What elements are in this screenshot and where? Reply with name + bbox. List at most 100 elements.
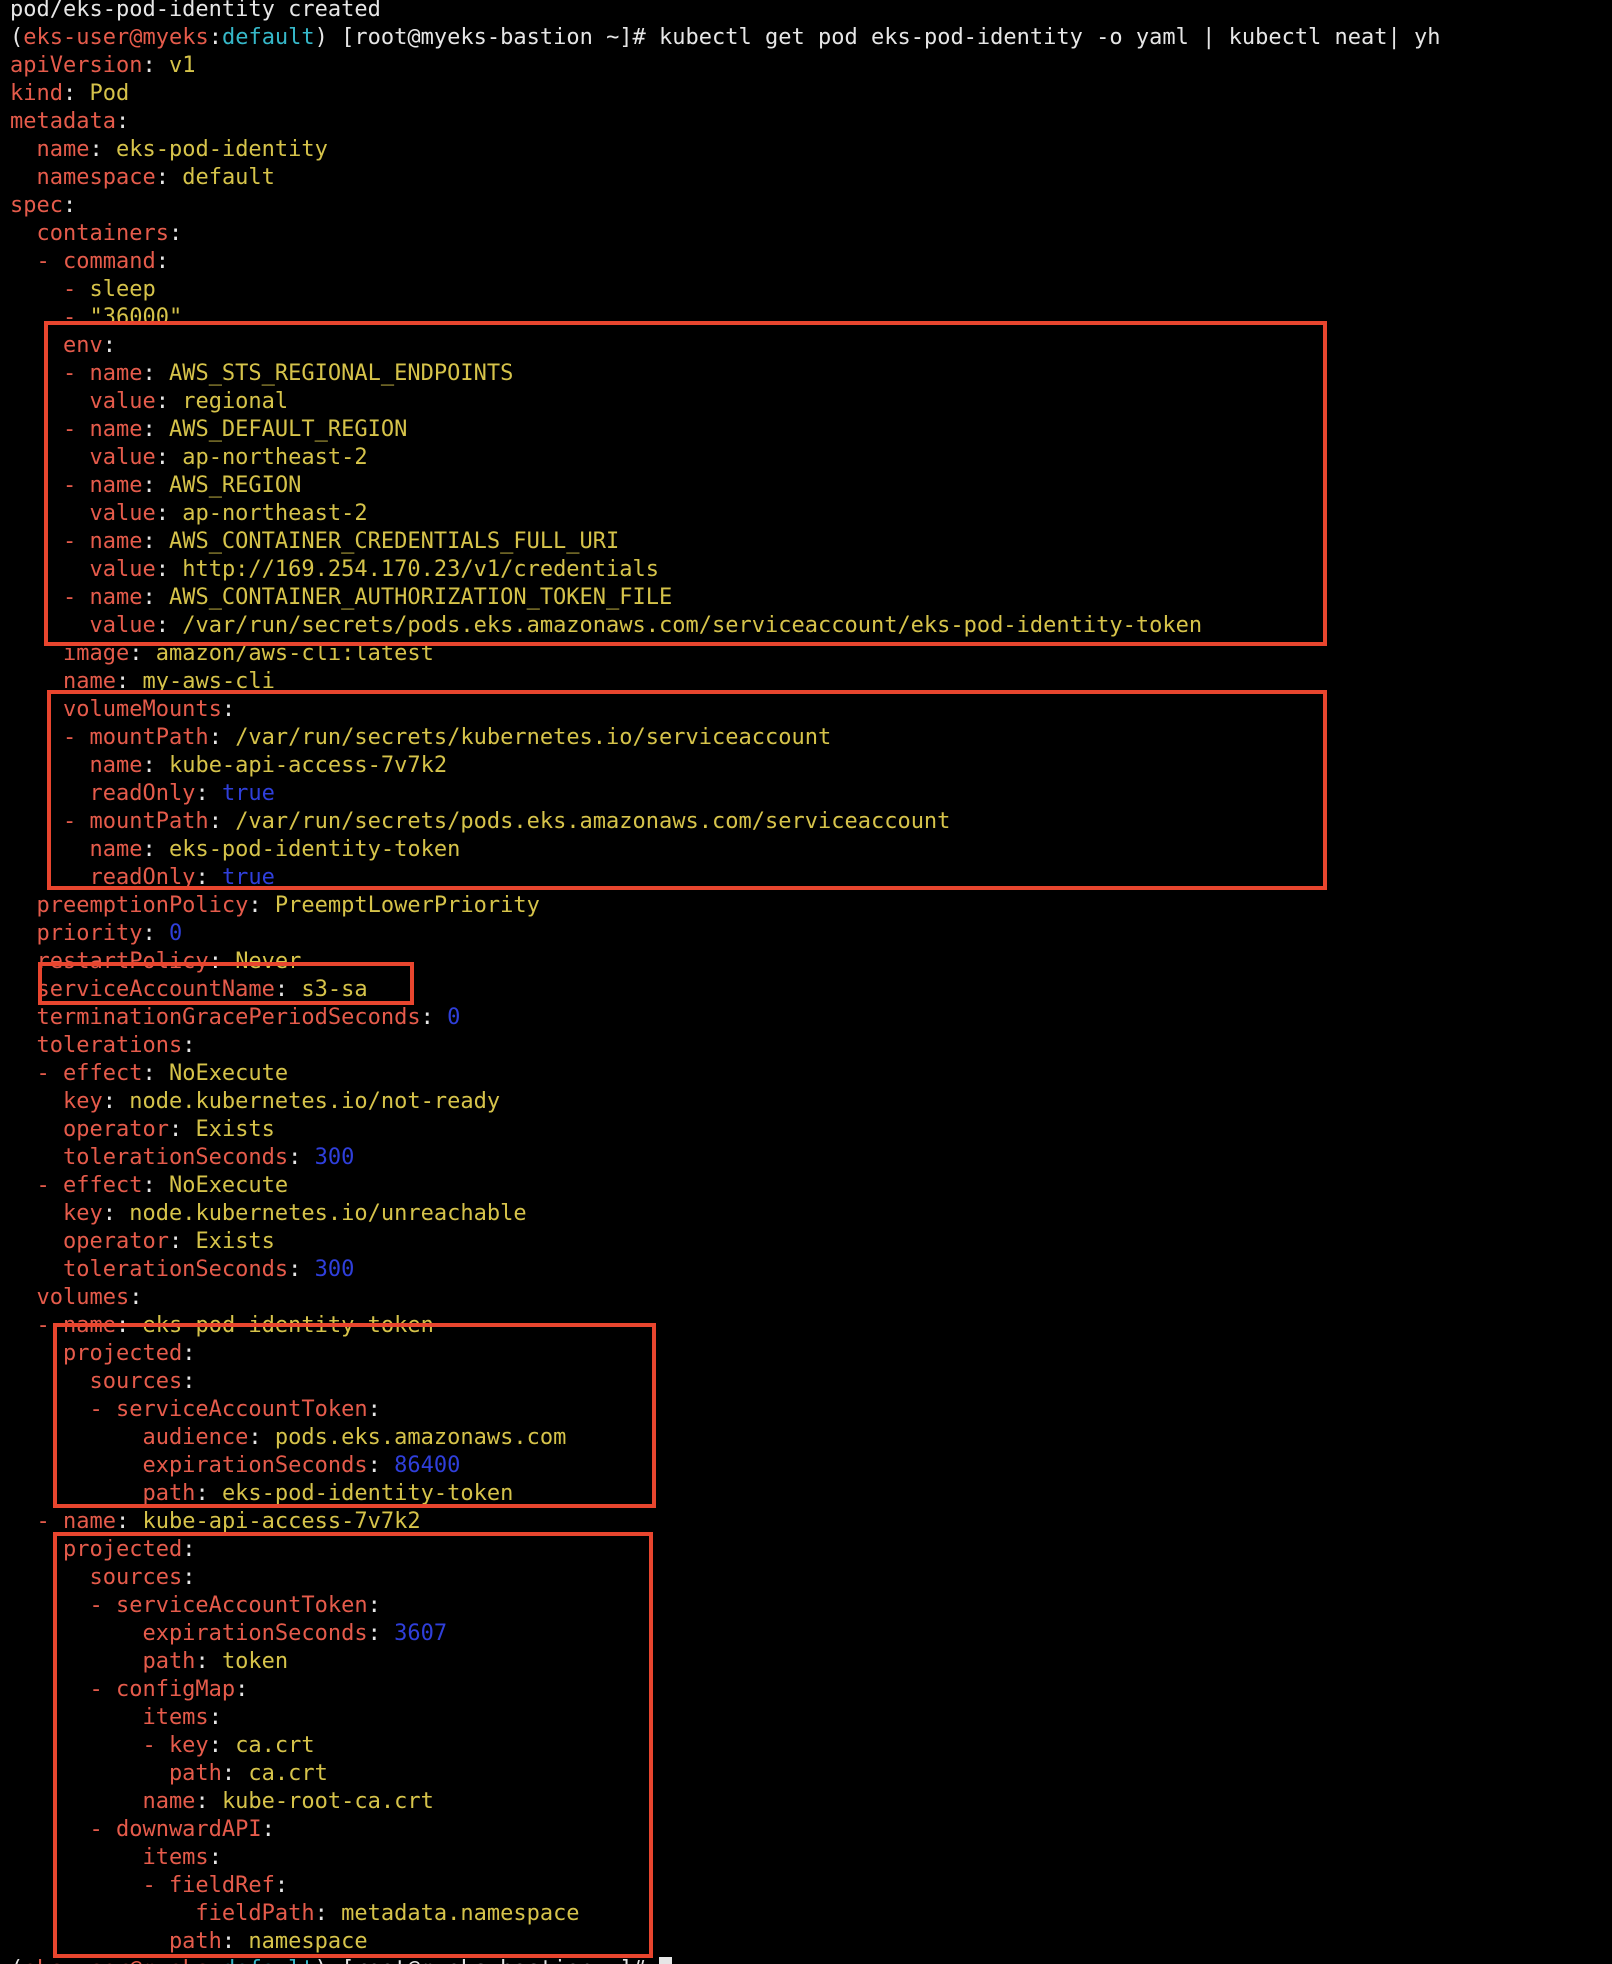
shell-prompt-line: (eks-user@myeks:default) [root@myeks-bas…: [10, 24, 1441, 52]
yaml-punct: :: [102, 1089, 130, 1114]
yaml-punct: :: [142, 1061, 169, 1086]
yaml-value: NoExecute: [168, 1061, 289, 1086]
prompt-colon: :: [208, 25, 222, 50]
yaml-line: apiVersion: v1: [10, 52, 195, 80]
yaml-line: tolerationSeconds: 300: [10, 1256, 354, 1284]
yaml-value: kube-api-access-7v7k2: [142, 1509, 421, 1534]
yaml-value: sleep: [89, 277, 156, 302]
yaml-value: 300: [314, 1145, 355, 1170]
yaml-key: tolerationSeconds: [10, 1257, 289, 1282]
yaml-key: namespace: [10, 165, 156, 190]
yaml-line: containers:: [10, 220, 182, 248]
yaml-key: preemptionPolicy: [10, 893, 249, 918]
yaml-key: -: [10, 277, 90, 302]
yaml-punct: :: [142, 921, 169, 946]
yaml-line: name: eks-pod-identity: [10, 136, 328, 164]
yaml-line: metadata:: [10, 108, 129, 136]
yaml-punct: :: [142, 1173, 169, 1198]
yaml-punct: :: [248, 893, 275, 918]
yaml-key: spec: [10, 193, 63, 218]
yaml-line: - effect: NoExecute: [10, 1060, 288, 1088]
yaml-key: operator: [10, 1117, 169, 1142]
prompt-paren: (: [10, 1957, 23, 1964]
highlight-box-api-access-volume: [53, 1532, 653, 1958]
yaml-line: operator: Exists: [10, 1116, 275, 1144]
prompt-root: ) [root@myeks-bastion ~]#: [314, 25, 660, 50]
yaml-key: priority: [10, 921, 143, 946]
yaml-line: priority: 0: [10, 920, 182, 948]
yaml-key: terminationGracePeriodSeconds: [10, 1005, 421, 1030]
yaml-line: terminationGracePeriodSeconds: 0: [10, 1004, 460, 1032]
yaml-line: operator: Exists: [10, 1228, 275, 1256]
cursor-block[interactable]: [659, 1957, 673, 1964]
yaml-punct: :: [89, 137, 116, 162]
yaml-punct: :: [420, 1005, 448, 1030]
yaml-key: - effect: [10, 1173, 143, 1198]
yaml-punct: :: [115, 1509, 143, 1534]
yaml-value: PreemptLowerPriority: [274, 893, 540, 918]
yaml-line: - command:: [10, 248, 169, 276]
yaml-value: 0: [447, 1005, 461, 1030]
yaml-key: operator: [10, 1229, 169, 1254]
yaml-key: key: [10, 1201, 103, 1226]
highlight-box-env: [44, 321, 1327, 646]
yaml-line: - sleep: [10, 276, 156, 304]
yaml-punct: :: [288, 1257, 315, 1282]
prompt-namespace: default: [222, 1957, 315, 1964]
yaml-key: kind: [10, 81, 63, 106]
yaml-punct: :: [115, 109, 130, 134]
yaml-key: name: [10, 137, 90, 162]
yaml-line: spec:: [10, 192, 76, 220]
yaml-value: v1: [168, 53, 196, 78]
yaml-value: Pod: [89, 81, 130, 106]
yaml-punct: :: [182, 1033, 196, 1058]
yaml-line: tolerations:: [10, 1032, 195, 1060]
yaml-punct: :: [142, 53, 169, 78]
yaml-value: NoExecute: [168, 1173, 289, 1198]
yaml-line: key: node.kubernetes.io/unreachable: [10, 1200, 527, 1228]
highlight-box-pod-identity-volume: [53, 1323, 656, 1508]
yaml-punct: :: [62, 81, 90, 106]
prompt-colon: :: [209, 1957, 222, 1964]
yaml-value: node.kubernetes.io/not-ready: [129, 1089, 501, 1114]
yaml-line: preemptionPolicy: PreemptLowerPriority: [10, 892, 540, 920]
terminal-window[interactable]: pod/eks-pod-identity created (eks-user@my…: [0, 0, 1612, 1964]
highlight-box-service-account-name: [38, 962, 414, 1005]
yaml-value: Exists: [195, 1229, 275, 1254]
yaml-punct: :: [62, 193, 77, 218]
yaml-line: volumes:: [10, 1284, 142, 1312]
yaml-line: key: node.kubernetes.io/not-ready: [10, 1088, 500, 1116]
yaml-key: - command: [10, 249, 156, 274]
prompt-root: ) [root@myeks-bastion ~]#: [315, 1957, 659, 1964]
yaml-punct: pod/eks-pod-identity created: [10, 0, 381, 22]
yaml-punct: :: [168, 1117, 196, 1142]
yaml-key: containers: [10, 221, 169, 246]
highlight-box-volume-mounts: [47, 690, 1327, 890]
prompt-at: @: [129, 25, 143, 50]
yaml-line: namespace: default: [10, 164, 275, 192]
yaml-value: Exists: [195, 1117, 275, 1142]
yaml-line: pod/eks-pod-identity created: [10, 0, 381, 24]
yaml-value: node.kubernetes.io/unreachable: [129, 1201, 527, 1226]
prompt-user: eks-user: [23, 25, 130, 50]
yaml-punct: :: [155, 165, 183, 190]
yaml-punct: :: [168, 221, 183, 246]
yaml-value: default: [182, 165, 275, 190]
yaml-value: eks-pod-identity: [115, 137, 328, 162]
shell-command: kubectl get pod eks-pod-identity -o yaml…: [659, 25, 1441, 50]
prompt-namespace: default: [221, 25, 315, 50]
yaml-punct: :: [288, 1145, 315, 1170]
yaml-line: tolerationSeconds: 300: [10, 1144, 354, 1172]
yaml-key: apiVersion: [10, 53, 143, 78]
yaml-value: 0: [168, 921, 183, 946]
yaml-key: key: [10, 1089, 103, 1114]
prompt-host: myeks: [142, 25, 209, 50]
yaml-key: tolerations: [10, 1033, 183, 1058]
yaml-key: - name: [10, 1509, 116, 1534]
prompt-paren: (: [10, 25, 24, 50]
yaml-key: tolerationSeconds: [10, 1145, 289, 1170]
yaml-punct: :: [155, 249, 169, 274]
yaml-key: - effect: [10, 1061, 143, 1086]
yaml-punct: :: [168, 1229, 196, 1254]
yaml-key: metadata: [10, 109, 116, 134]
